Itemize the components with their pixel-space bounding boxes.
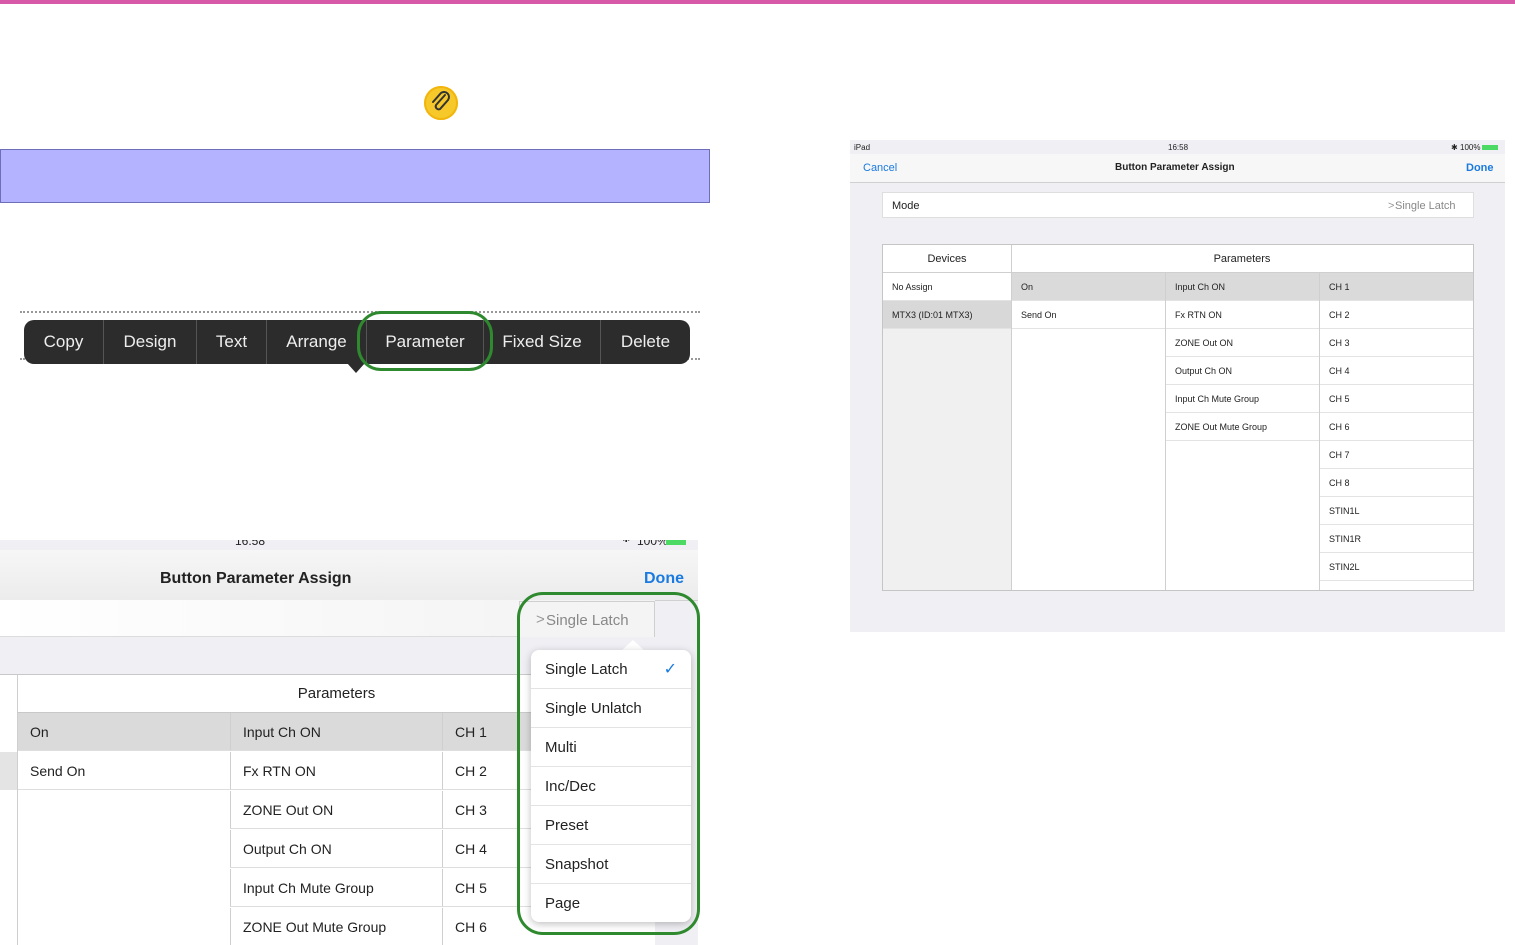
menu-item-design[interactable]: Design — [104, 320, 197, 364]
param-b-0[interactable]: Input Ch ON — [1166, 273, 1319, 301]
status-bar: 16:58 ✱ 100% — [0, 540, 698, 550]
param-c-10[interactable]: STIN2L — [1320, 553, 1473, 581]
parameter-highlight — [357, 311, 493, 371]
status-battery: 100% — [637, 540, 668, 548]
screen-title: Button Parameter Assign — [1115, 162, 1235, 173]
menu-item-copy[interactable]: Copy — [24, 320, 104, 364]
status-time: 16:58 — [1168, 143, 1189, 152]
menu-item-delete[interactable]: Delete — [601, 320, 690, 364]
dropdown-highlight — [517, 592, 700, 935]
param-b-3[interactable]: Output Ch ON — [230, 830, 442, 868]
done-button[interactable]: Done — [644, 570, 684, 588]
param-c-8[interactable]: STIN1L — [1320, 497, 1473, 525]
nav-bar: Cancel Button Parameter Assign Done — [850, 154, 1505, 183]
param-a-send-on[interactable]: Send On — [1012, 301, 1165, 329]
param-c-5[interactable]: CH 6 — [1320, 413, 1473, 441]
bluetooth-icon: ✱ — [1451, 143, 1458, 152]
done-button[interactable]: Done — [1466, 162, 1494, 174]
device-no-assign[interactable]: No Assign — [883, 273, 1011, 301]
cancel-button[interactable]: Cancel — [863, 162, 897, 174]
status-battery: 100% — [1460, 143, 1481, 152]
param-b-0[interactable]: Input Ch ON — [230, 713, 442, 751]
link-icon[interactable] — [424, 86, 458, 120]
param-a-send-on[interactable]: Send On — [18, 752, 230, 790]
param-b-5[interactable]: ZONE Out Mute Group — [230, 908, 442, 945]
menu-pointer — [347, 363, 365, 373]
devices-empty-area — [883, 301, 1011, 590]
assign-table: Devices Parameters No Assign MTX3 (ID:01… — [882, 244, 1474, 591]
screen-title: Button Parameter Assign — [160, 570, 352, 587]
param-b-1[interactable]: Fx RTN ON — [230, 752, 442, 790]
device-mtx3[interactable]: MTX3 (ID:01 MTX3) — [883, 301, 1011, 329]
param-a-on[interactable]: On — [18, 713, 230, 751]
devices-header: Devices — [883, 245, 1011, 273]
dotted-guide-top — [20, 311, 700, 313]
selected-device-edge — [0, 752, 17, 790]
header-rule — [0, 0, 1515, 4]
param-b-1[interactable]: Fx RTN ON — [1166, 301, 1319, 329]
param-c-2[interactable]: CH 3 — [1320, 329, 1473, 357]
assign-screen: iPad 16:58 ✱ 100% Cancel Button Paramete… — [850, 140, 1505, 632]
param-c-0[interactable]: CH 1 — [1320, 273, 1473, 301]
status-device: iPad — [854, 143, 871, 152]
param-b-2[interactable]: ZONE Out ON — [1166, 329, 1319, 357]
param-a-on[interactable]: On — [1012, 273, 1165, 301]
menu-item-fixed-size[interactable]: Fixed Size — [484, 320, 601, 364]
param-b-3[interactable]: Output Ch ON — [1166, 357, 1319, 385]
parameters-header: Parameters — [1011, 245, 1473, 273]
note-bar — [0, 149, 710, 203]
param-c-3[interactable]: CH 4 — [1320, 357, 1473, 385]
menu-item-text[interactable]: Text — [197, 320, 267, 364]
battery-icon — [666, 540, 686, 545]
param-b-5[interactable]: ZONE Out Mute Group — [1166, 413, 1319, 441]
bluetooth-icon: ✱ — [622, 540, 630, 545]
param-c-6[interactable]: CH 7 — [1320, 441, 1473, 469]
mode-value[interactable]: Single Latch — [1395, 200, 1456, 212]
param-c-4[interactable]: CH 5 — [1320, 385, 1473, 413]
param-c-9[interactable]: STIN1R — [1320, 525, 1473, 553]
battery-icon — [1482, 145, 1498, 150]
devices-column-edge — [0, 713, 18, 945]
param-c-1[interactable]: CH 2 — [1320, 301, 1473, 329]
mode-label: Mode — [892, 200, 920, 212]
param-b-4[interactable]: Input Ch Mute Group — [230, 869, 442, 907]
param-b-2[interactable]: ZONE Out ON — [230, 791, 442, 829]
param-b-4[interactable]: Input Ch Mute Group — [1166, 385, 1319, 413]
status-time: 16:58 — [235, 540, 266, 548]
param-c-7[interactable]: CH 8 — [1320, 469, 1473, 497]
mode-row[interactable]: Mode > Single Latch — [882, 192, 1474, 218]
chevron-right-icon: > — [1388, 200, 1395, 212]
menu-item-arrange[interactable]: Arrange — [267, 320, 367, 364]
